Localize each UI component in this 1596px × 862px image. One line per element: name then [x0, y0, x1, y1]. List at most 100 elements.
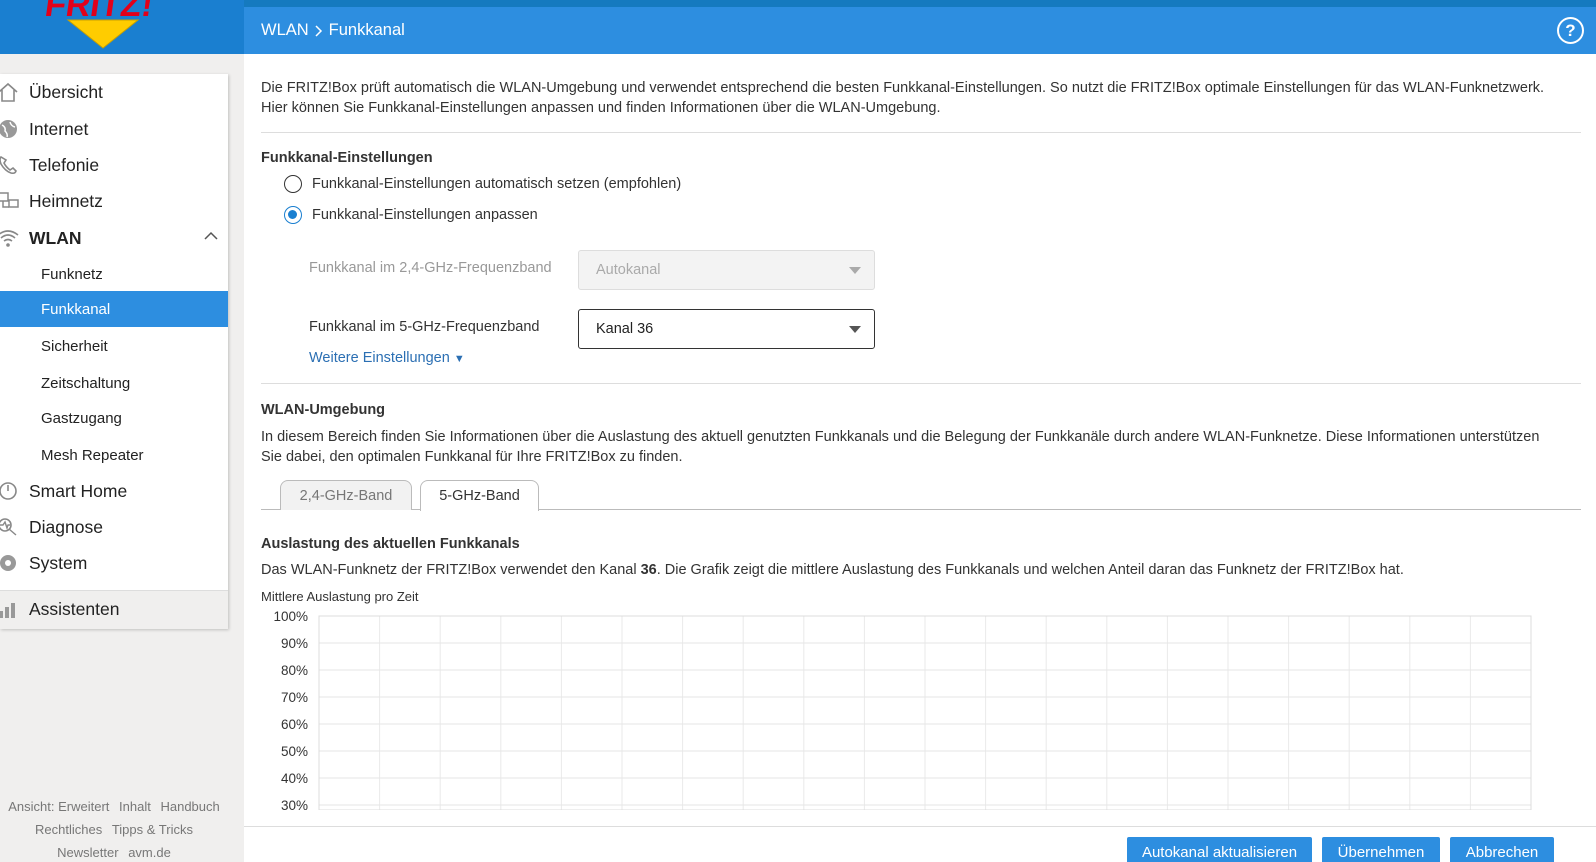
chevron-up-icon[interactable] [204, 231, 218, 241]
sidebar-item-label: Heimnetz [29, 190, 103, 211]
band24-label: Funkkanal im 2,4-GHz-Frequenzband [309, 260, 552, 276]
sidebar-item-label: Gastzugang [41, 409, 122, 427]
triangle-down-icon: ▼ [453, 353, 465, 365]
y-tick-label: 30% [281, 798, 308, 810]
sidebar-item-assistenten[interactable]: Assistenten [0, 591, 228, 627]
caret-down-icon [849, 267, 861, 274]
sidebar-subitem-gastzugang[interactable]: Gastzugang [0, 400, 228, 436]
sidebar-item-heimnetz[interactable]: Heimnetz [0, 183, 228, 219]
sidebar-item-label: System [29, 552, 88, 573]
y-tick-label: 90% [281, 636, 308, 651]
diagnose-icon [0, 518, 17, 536]
sidebar-subitem-zeitschaltung[interactable]: Zeitschaltung [0, 365, 228, 401]
sidebar-item-label: Smart Home [29, 480, 128, 501]
chevron-right-icon [315, 24, 322, 37]
y-tick-label: 70% [281, 690, 308, 705]
sidebar-item-label: Internet [29, 118, 89, 139]
band5-value: Kanal 36 [596, 321, 654, 337]
globe-icon [0, 120, 17, 138]
footer-view-link[interactable]: Ansicht: Erweitert [8, 799, 109, 814]
breadcrumb-parent[interactable]: WLAN [261, 21, 309, 40]
load-title: Auslastung des aktuellen Funkkanals [261, 536, 520, 552]
smart-home-icon [0, 482, 17, 500]
env-text: In diesem Bereich finden Sie Information… [261, 427, 1581, 467]
bottom-bar: Autokanal aktualisieren Übernehmen Abbre… [244, 826, 1596, 862]
load-text: Das WLAN-Funknetz der FRITZ!Box verwende… [261, 560, 1581, 580]
sidebar-item-label: Sicherheit [41, 337, 108, 355]
sidebar-item-uebersicht[interactable]: Übersicht [0, 74, 228, 110]
env-text-line: In diesem Bereich finden Sie Information… [261, 429, 1540, 445]
sidebar-subitem-funknetz[interactable]: Funknetz [0, 256, 228, 292]
sidebar-subitem-sicherheit[interactable]: Sicherheit [0, 328, 228, 364]
env-title: WLAN-Umgebung [261, 402, 386, 418]
sidebar-item-diagnose[interactable]: Diagnose [0, 509, 228, 545]
sidebar-footer: Ansicht: Erweitert Inhalt Handbuch Recht… [0, 795, 228, 862]
sidebar-item-label: Assistenten [29, 598, 120, 619]
sidebar-item-internet[interactable]: Internet [0, 111, 228, 147]
footer-avm-link[interactable]: avm.de [128, 845, 171, 860]
y-tick-label: 40% [281, 771, 308, 786]
sidebar-item-label: Übersicht [29, 81, 103, 102]
chart-caption: Mittlere Auslastung pro Zeit [261, 589, 419, 604]
home-icon [0, 82, 18, 102]
sidebar-item-wlan[interactable]: WLAN [0, 220, 228, 256]
main-content: Die FRITZ!Box prüft automatisch die WLAN… [244, 54, 1596, 862]
footer-manual-link[interactable]: Handbuch [160, 799, 219, 814]
footer-newsletter-link[interactable]: Newsletter [57, 845, 118, 860]
tab-24ghz[interactable]: 2,4-GHz-Band [280, 480, 412, 510]
radio-custom-label: Funkkanal-Einstellungen anpassen [312, 207, 538, 223]
settings-title: Funkkanal-Einstellungen [261, 150, 433, 166]
autokanal-button[interactable]: Autokanal aktualisieren [1127, 837, 1312, 862]
band24-select: Autokanal [578, 250, 875, 290]
intro-text: Die FRITZ!Box prüft automatisch die WLAN… [261, 78, 1581, 118]
more-settings-link[interactable]: Weitere Einstellungen ▼ [309, 350, 465, 366]
sidebar-item-system[interactable]: System [0, 545, 228, 581]
sidebar-item-label: Diagnose [29, 516, 103, 537]
load-text-post: . Die Grafik zeigt die mittlere Auslastu… [656, 562, 1404, 578]
band5-label: Funkkanal im 5-GHz-Frequenzband [309, 319, 540, 335]
wifi-icon [0, 230, 19, 247]
tab-5ghz[interactable]: 5-GHz-Band [420, 480, 539, 511]
sidebar-item-label: Funkkanal [41, 300, 111, 318]
apply-button[interactable]: Übernehmen [1322, 837, 1440, 862]
sidebar-item-label: Telefonie [29, 154, 100, 175]
sidebar: Übersicht Internet Telefonie Heimnetz WL… [0, 74, 228, 629]
cancel-button[interactable]: Abbrechen [1450, 837, 1554, 862]
footer-content-link[interactable]: Inhalt [119, 799, 151, 814]
sidebar-item-telefonie[interactable]: Telefonie [0, 147, 228, 183]
caret-down-icon [849, 326, 861, 333]
sidebar-item-label: Zeitschaltung [41, 374, 131, 392]
radio-custom[interactable] [284, 206, 302, 224]
band-tabs: 2,4-GHz-Band 5-GHz-Band [261, 480, 1581, 511]
system-icon [0, 555, 16, 571]
sidebar-item-label: Funknetz [41, 265, 103, 283]
radio-auto-label: Funkkanal-Einstellungen automatisch setz… [312, 176, 682, 192]
footer-tips-link[interactable]: Tipps & Tricks [112, 822, 193, 837]
band24-value: Autokanal [596, 262, 661, 278]
radio-auto-row[interactable]: Funkkanal-Einstellungen automatisch setz… [284, 175, 681, 193]
sidebar-subitem-funkkanal[interactable]: Funkkanal [0, 291, 228, 327]
radio-custom-row[interactable]: Funkkanal-Einstellungen anpassen [284, 206, 538, 224]
divider [261, 383, 1581, 384]
band5-select[interactable]: Kanal 36 [578, 309, 875, 349]
sidebar-item-label: WLAN [29, 227, 82, 248]
header-strip [244, 0, 1596, 7]
fritz-logo[interactable]: FRITZ! [30, 0, 160, 54]
load-chart: 100%90%80%70%60%50%40%30%20% [273, 610, 1532, 810]
sidebar-subitem-mesh-repeater[interactable]: Mesh Repeater [0, 437, 228, 473]
y-tick-label: 60% [281, 717, 308, 732]
y-tick-label: 80% [281, 663, 308, 678]
footer-legal-link[interactable]: Rechtliches [35, 822, 102, 837]
page-header: WLAN Funkkanal ? [244, 7, 1596, 54]
radio-auto[interactable] [284, 175, 302, 193]
network-icon [0, 192, 19, 208]
breadcrumb: WLAN Funkkanal [261, 21, 405, 40]
intro-line: Die FRITZ!Box prüft automatisch die WLAN… [261, 80, 1545, 96]
phone-icon [0, 155, 17, 175]
sidebar-item-smart-home[interactable]: Smart Home [0, 473, 228, 509]
wizard-icon [0, 603, 15, 618]
help-icon[interactable]: ? [1557, 17, 1584, 44]
load-text-pre: Das WLAN-Funknetz der FRITZ!Box verwende… [261, 562, 641, 578]
y-tick-label: 100% [273, 610, 308, 624]
more-settings-label: Weitere Einstellungen [309, 350, 450, 366]
